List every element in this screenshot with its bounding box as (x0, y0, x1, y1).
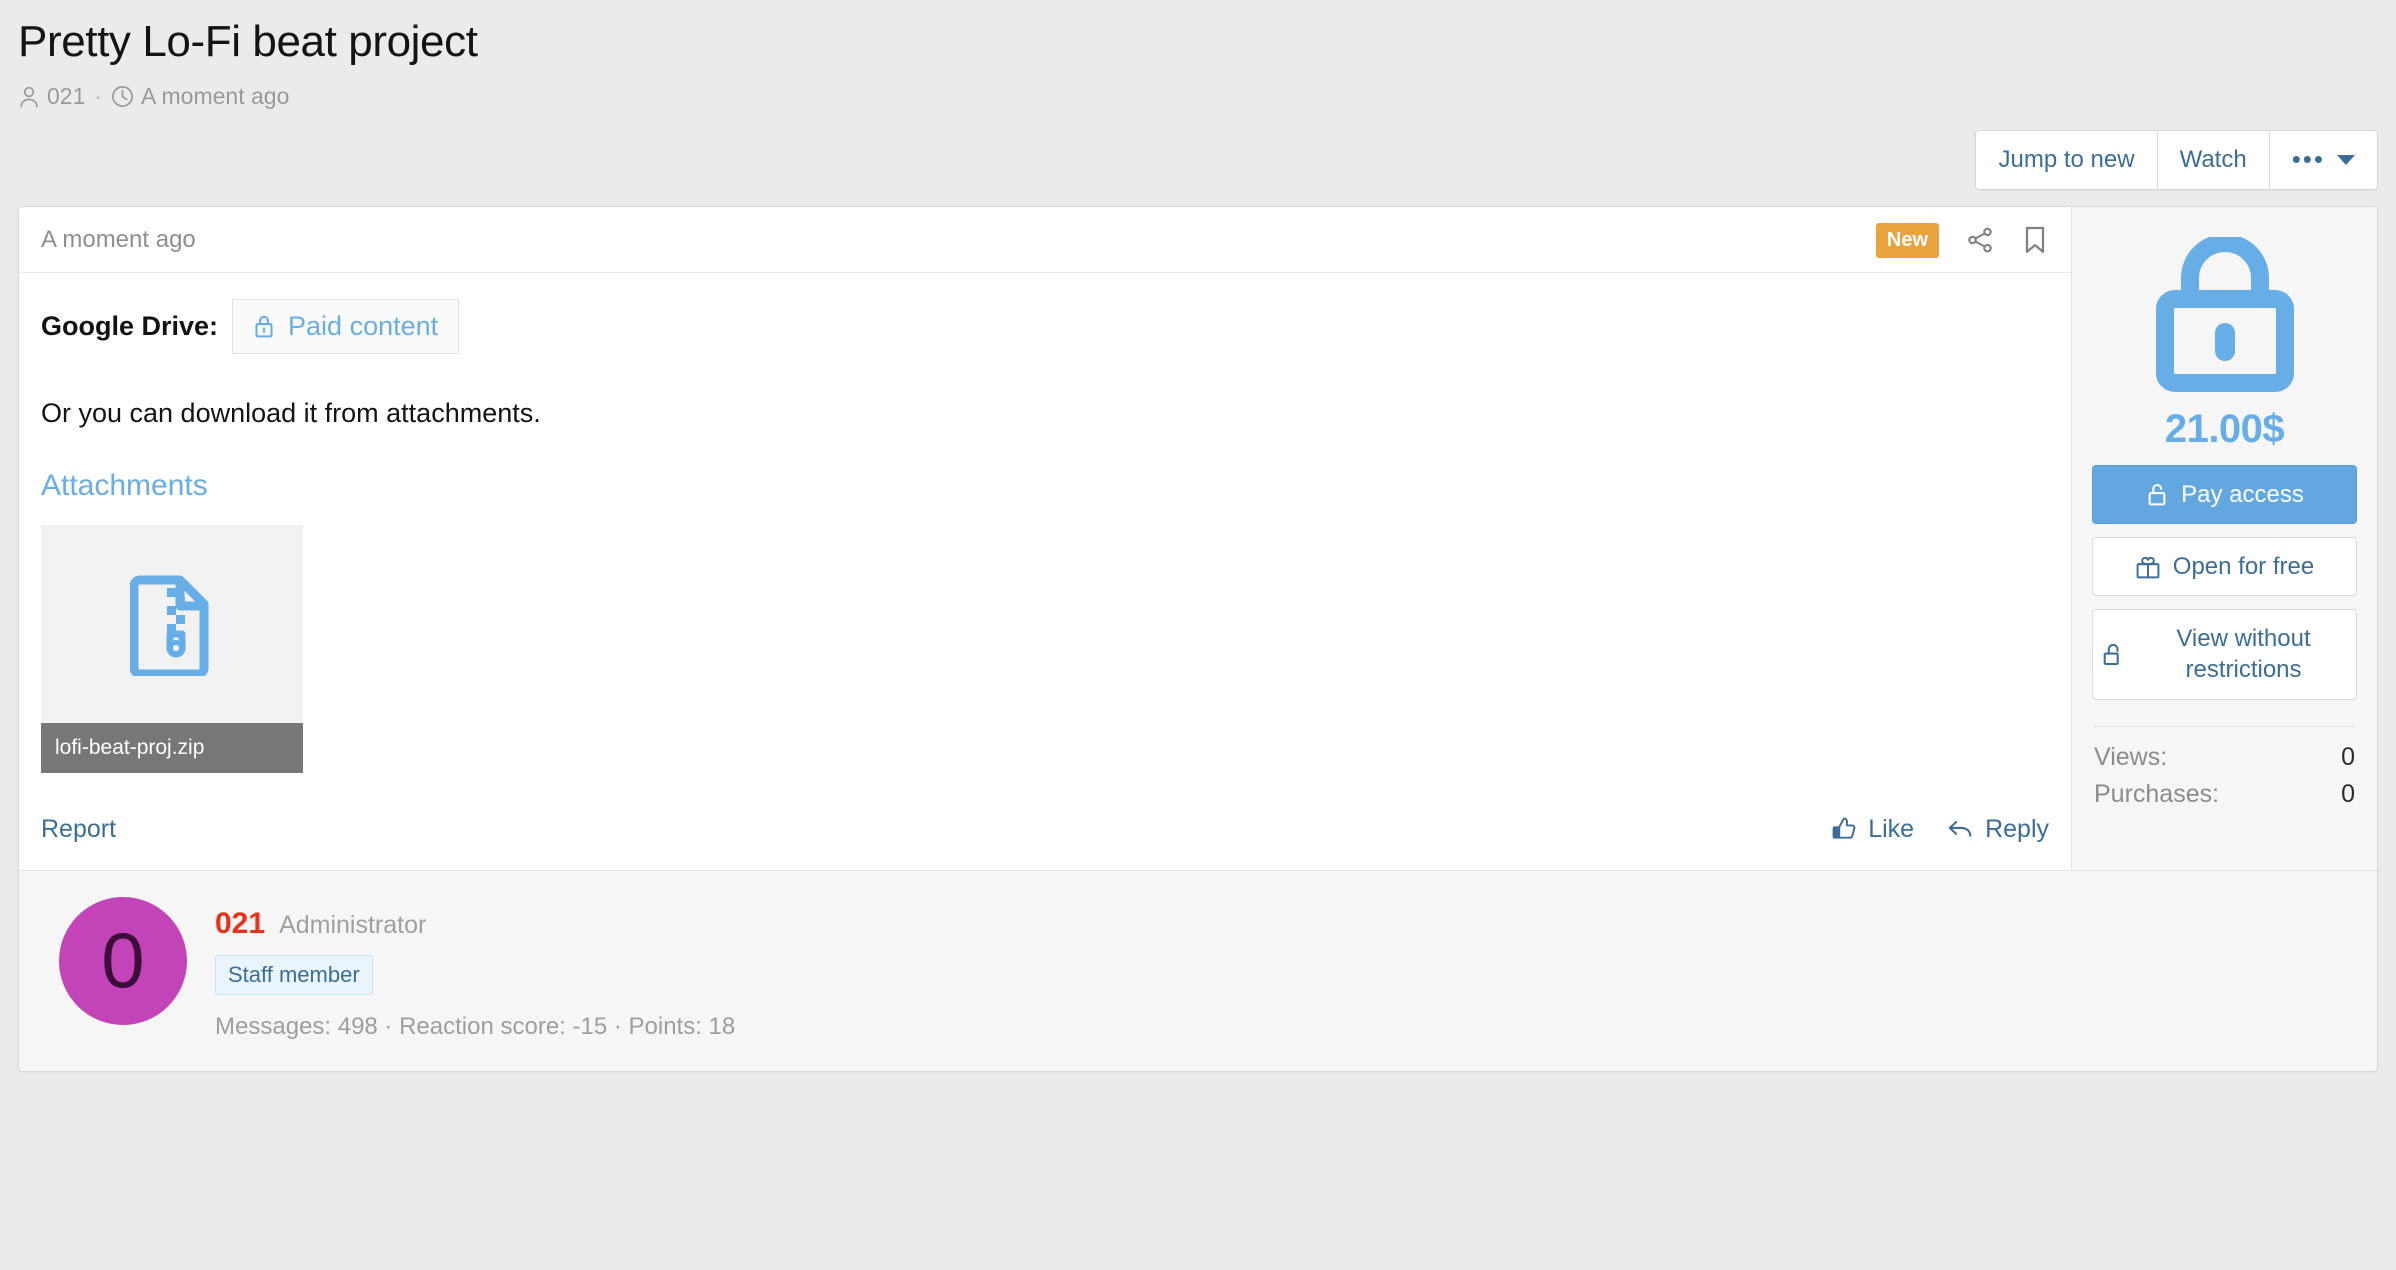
lock-closed-icon (2092, 237, 2357, 395)
thread-action-group: Jump to new Watch ••• (1975, 130, 2378, 190)
thread-author[interactable]: 021 (18, 83, 85, 110)
jump-to-new-button[interactable]: Jump to new (1976, 131, 2156, 189)
post-footer: Report Like (19, 785, 2071, 870)
staff-member-badge: Staff member (215, 955, 373, 995)
thread-time: A moment ago (111, 83, 289, 110)
chevron-down-icon (2337, 155, 2355, 165)
post-header: A moment ago New (19, 207, 2071, 273)
attachment-item[interactable]: lofi-beat-proj.zip (41, 525, 303, 773)
open-for-free-label: Open for free (2173, 551, 2314, 582)
avatar[interactable]: 0 (59, 897, 187, 1025)
page-root: Pretty Lo-Fi beat project 021 · (0, 0, 2396, 1072)
zip-file-icon (130, 572, 214, 676)
paid-content-label: Paid content (288, 311, 438, 342)
attachment-thumbnail[interactable] (41, 525, 303, 723)
thread-author-name: 021 (47, 83, 85, 110)
thread-time-label: A moment ago (141, 83, 289, 110)
attachment-filename: lofi-beat-proj.zip (41, 723, 303, 773)
ellipsis-icon: ••• (2292, 143, 2325, 177)
google-drive-label: Google Drive: (41, 311, 218, 342)
author-info: 021 Administrator Staff member Messages:… (215, 897, 735, 1041)
post-body-text: Or you can download it from attachments. (41, 398, 2049, 429)
like-label: Like (1868, 815, 1914, 844)
status-badge-new: New (1876, 223, 1939, 258)
views-value: 0 (2341, 743, 2355, 772)
title-block: Pretty Lo-Fi beat project 021 · (18, 0, 2378, 110)
author-stats: Messages: 498 · Reaction score: -15 · Po… (215, 1013, 735, 1041)
post-card-body: A moment ago New (19, 207, 2377, 870)
google-drive-row: Google Drive: Paid content (41, 299, 2049, 354)
pay-access-button[interactable]: Pay access (2092, 465, 2357, 524)
thumbs-up-icon (1831, 816, 1857, 842)
author-role: Administrator (279, 911, 426, 940)
meta-separator: · (92, 83, 104, 110)
unlock-outline-icon (2101, 641, 2127, 667)
view-without-restrictions-label: View without restrictions (2139, 623, 2348, 685)
purchases-value: 0 (2341, 780, 2355, 809)
purchase-sidebar: 21.00$ Pay access (2071, 207, 2377, 870)
post-header-actions: New (1876, 223, 2049, 258)
post-card: A moment ago New (18, 206, 2378, 1072)
page-title: Pretty Lo-Fi beat project (18, 14, 2378, 69)
like-button[interactable]: Like (1831, 815, 1914, 844)
post-content: Google Drive: Paid content (19, 273, 2071, 785)
reply-arrow-icon (1946, 816, 1974, 842)
author-identity: 021 Administrator (215, 907, 735, 941)
attachments-heading: Attachments (41, 469, 2049, 503)
price-label: 21.00$ (2092, 407, 2357, 452)
share-icon[interactable] (1965, 225, 1995, 255)
post-main-column: A moment ago New (19, 207, 2071, 870)
watch-button[interactable]: Watch (2157, 131, 2269, 189)
bookmark-icon[interactable] (2021, 225, 2049, 255)
pay-access-label: Pay access (2181, 479, 2304, 510)
view-without-restrictions-button[interactable]: View without restrictions (2092, 609, 2357, 699)
clock-icon (111, 85, 134, 108)
reply-label: Reply (1985, 815, 2049, 844)
author-block: 0 021 Administrator Staff member Message… (19, 870, 2377, 1071)
author-name[interactable]: 021 (215, 907, 265, 941)
user-icon (18, 85, 40, 109)
more-options-button[interactable]: ••• (2269, 131, 2377, 189)
open-for-free-button[interactable]: Open for free (2092, 537, 2357, 596)
thread-meta: 021 · A moment ago (18, 83, 2378, 110)
paid-content-button[interactable]: Paid content (232, 299, 459, 354)
purchases-stat: Purchases: 0 (2092, 780, 2357, 809)
purchases-label: Purchases: (2094, 780, 2219, 809)
report-link[interactable]: Report (41, 815, 116, 844)
unlock-icon (2145, 481, 2169, 507)
post-footer-actions: Like Reply (1831, 815, 2049, 844)
lock-icon (253, 313, 275, 339)
views-label: Views: (2094, 743, 2167, 772)
thread-actionbar: Jump to new Watch ••• (18, 130, 2378, 190)
gift-icon (2135, 555, 2161, 579)
sidebar-divider (2094, 726, 2355, 727)
views-stat: Views: 0 (2092, 743, 2357, 772)
post-date: A moment ago (41, 226, 196, 254)
reply-button[interactable]: Reply (1946, 815, 2049, 844)
